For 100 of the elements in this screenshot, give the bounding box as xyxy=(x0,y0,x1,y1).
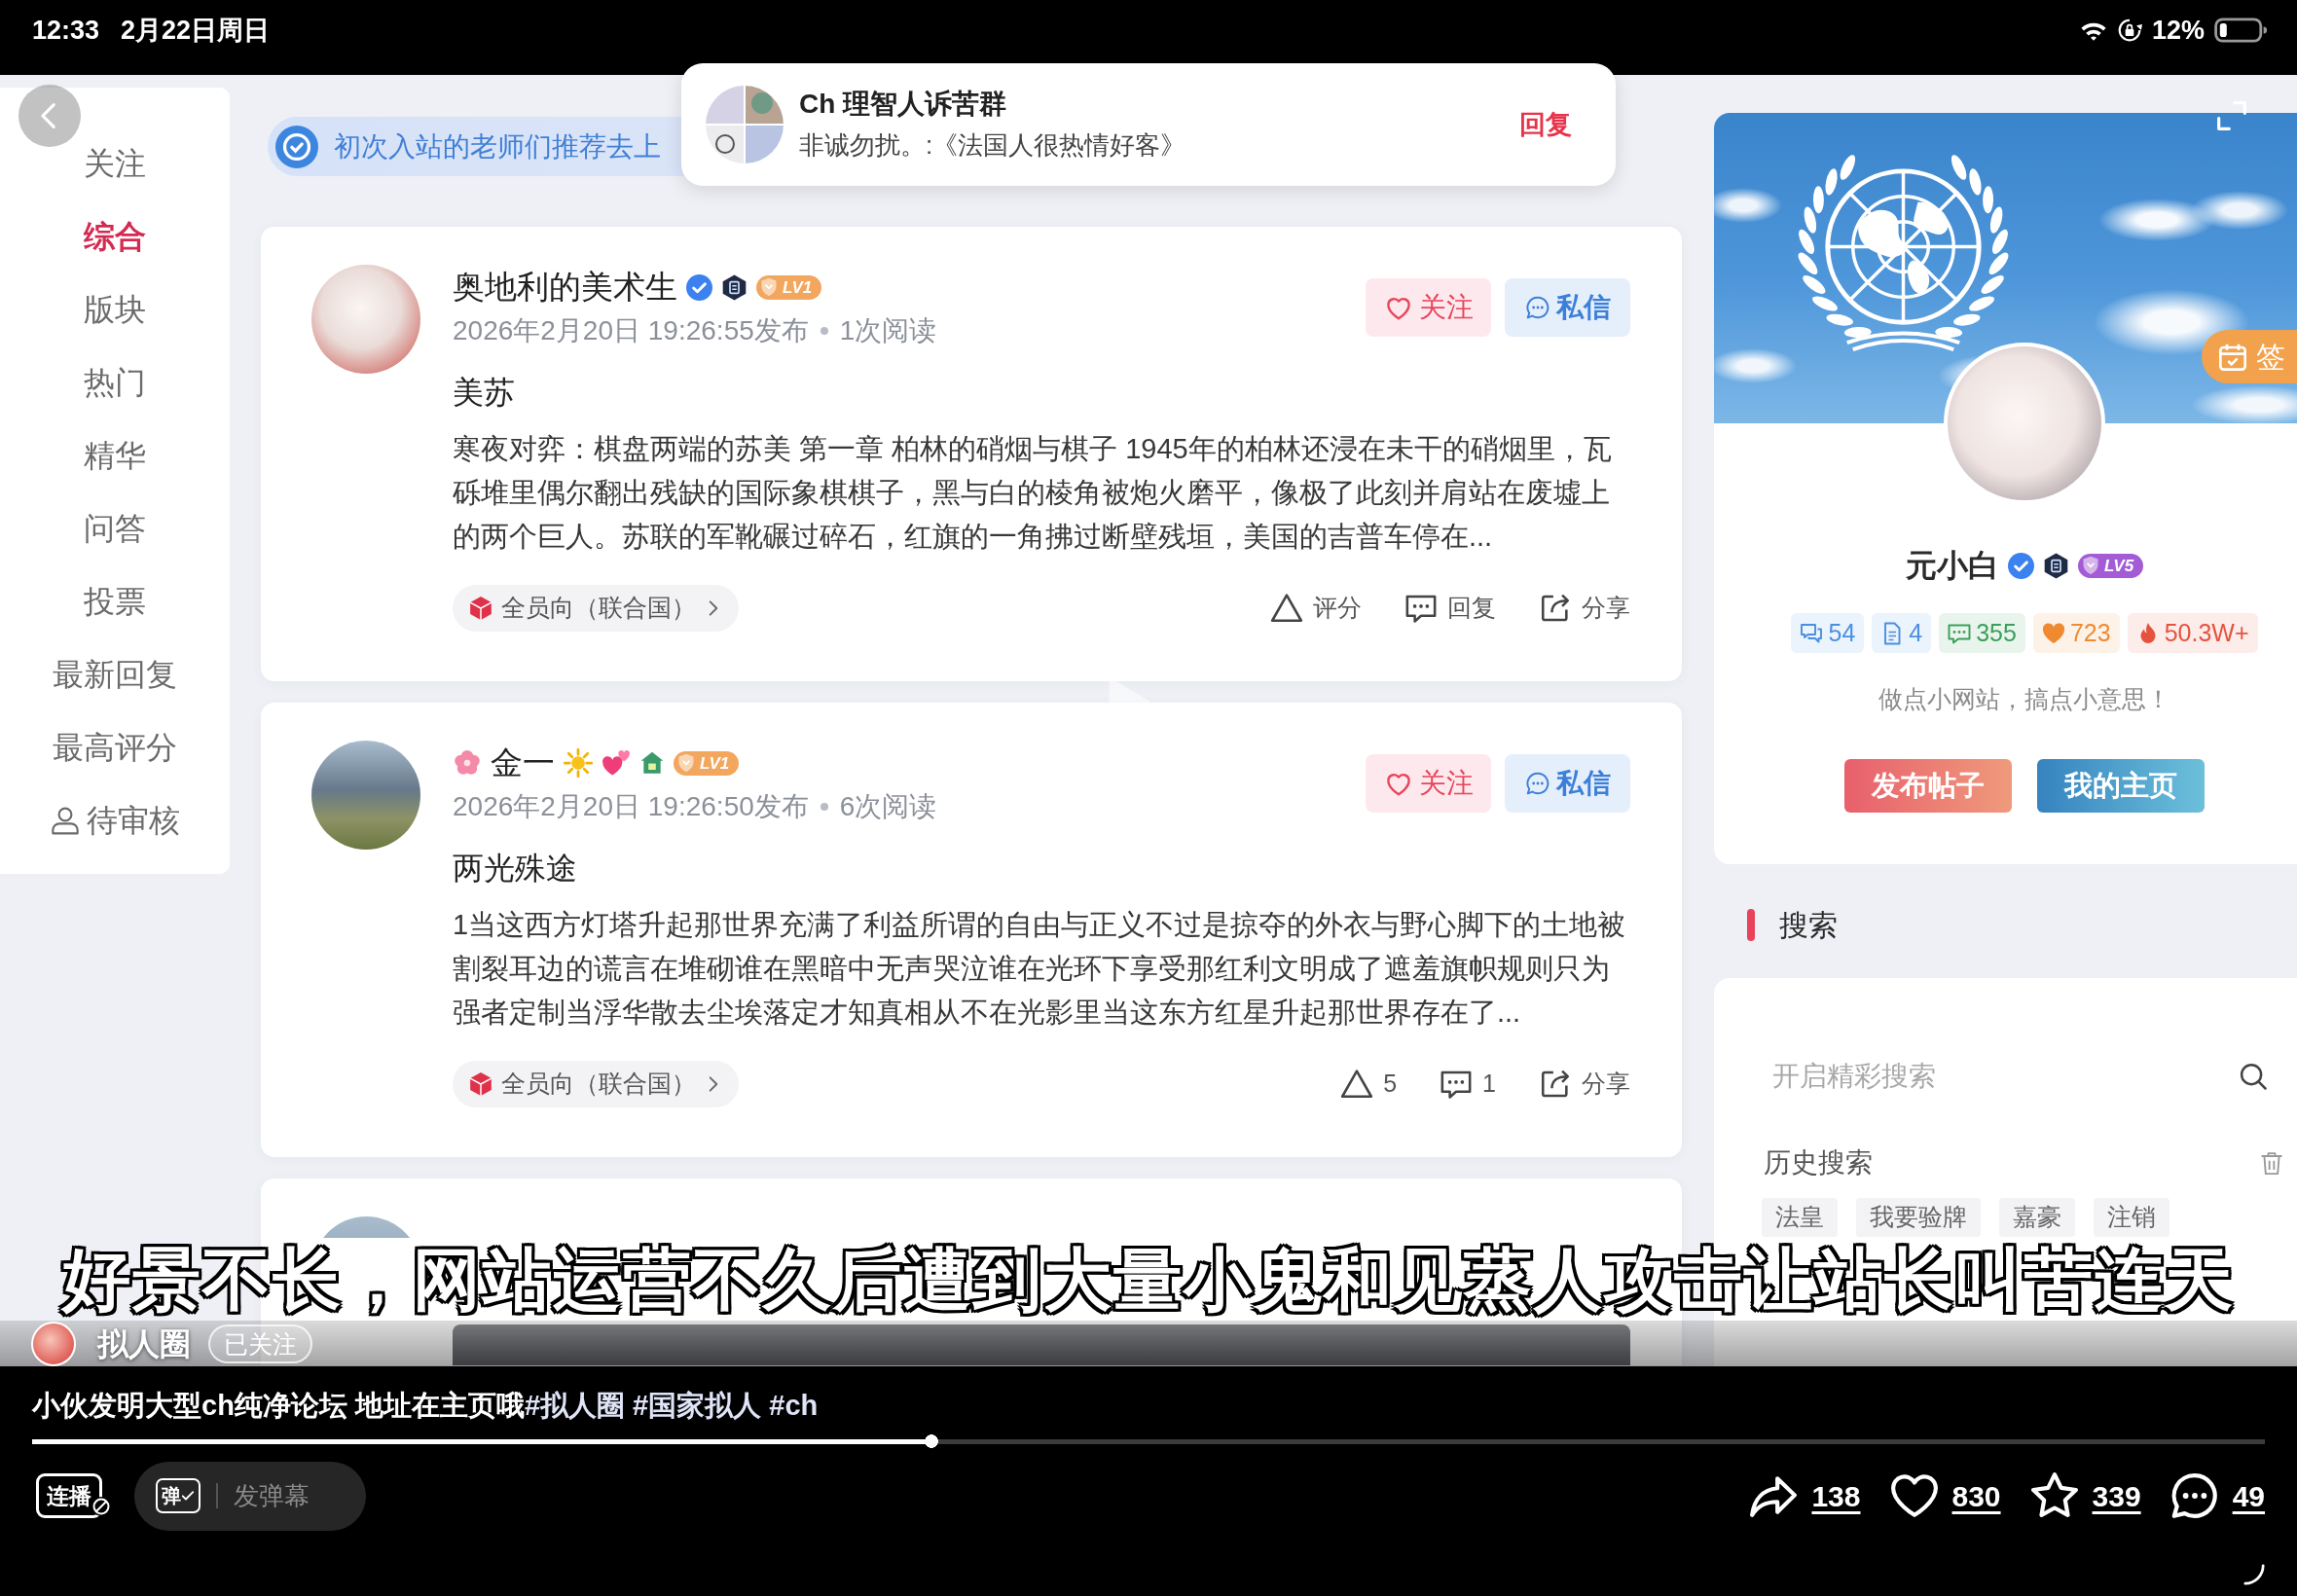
hexagon-badge-icon xyxy=(721,273,747,301)
stat-count: 50.3W+ xyxy=(2164,618,2249,648)
danmaku-input[interactable]: 发弹幕 xyxy=(234,1476,341,1515)
level-text: LV1 xyxy=(783,276,813,299)
danmaku-field[interactable]: 弹 发弹幕 xyxy=(134,1461,366,1531)
video-caption: 小伙发明大型ch纯净论坛 地址在主页哦#拟人圈 #国家拟人 #ch xyxy=(32,1389,820,1423)
notification-message: 非诚勿扰。:《法国人很热情好客》 xyxy=(799,129,1186,162)
sidebar-item[interactable]: 精华 xyxy=(84,418,146,491)
level-text: LV1 xyxy=(700,752,730,775)
history-tag[interactable]: 法皇 xyxy=(1762,1198,1838,1237)
favorite-button[interactable]: 339 xyxy=(2029,1471,2141,1520)
profile-button[interactable]: 我的主页 xyxy=(2037,759,2205,813)
stat-count: 54 xyxy=(1828,618,1856,648)
subtitle-text: 好景不长，网站运营不久后遭到大量小鬼和见蒸人攻击让站长叫苦连天 xyxy=(55,1240,2242,1320)
comment-icon xyxy=(2169,1471,2219,1520)
autoplay-button[interactable]: 连播 xyxy=(36,1473,102,1518)
share-button[interactable]: 138 xyxy=(1749,1471,1861,1520)
stat-count: 4 xyxy=(1909,618,1923,648)
sidebar-item[interactable]: 投票 xyxy=(84,564,146,637)
category-tag[interactable]: 全员向（联合国） xyxy=(453,1061,739,1107)
check-circle-icon xyxy=(275,125,318,168)
profile-bio: 做点小网站，搞点小意思！ xyxy=(1878,684,2170,714)
share-button[interactable]: 分享 xyxy=(1539,1066,1630,1103)
sidebar-item[interactable]: 关注 xyxy=(84,127,146,200)
shield-icon xyxy=(676,753,696,773)
danmaku-toggle[interactable]: 弹 xyxy=(156,1478,201,1513)
stat-count: 355 xyxy=(1976,618,2017,648)
like-button[interactable]: 830 xyxy=(1889,1471,2001,1520)
heart-icon xyxy=(1889,1471,1939,1520)
notification-title: Ch 理智人诉苦群 xyxy=(799,88,1008,121)
view-count: 1次阅读 xyxy=(839,314,937,347)
flower-icon xyxy=(453,748,482,778)
profile-name: 元小白 xyxy=(1905,547,1999,585)
sidebar-item[interactable]: 最高评分 xyxy=(53,710,177,783)
sun-icon xyxy=(564,748,593,778)
post-title[interactable]: 两光殊途 xyxy=(453,847,1630,889)
rate-button[interactable]: 5 xyxy=(1340,1066,1398,1103)
sidebar-item[interactable]: 问答 xyxy=(84,491,146,564)
hashtag-link[interactable]: #拟人圈 xyxy=(524,1390,626,1421)
slash-circle-icon xyxy=(91,1496,112,1517)
triangle-icon xyxy=(1340,1068,1374,1101)
verified-icon xyxy=(686,273,712,301)
reply-button[interactable]: 1 xyxy=(1440,1066,1496,1103)
status-date: 2月22日周日 xyxy=(121,15,271,47)
search-icon[interactable] xyxy=(2239,1062,2268,1091)
cube-icon xyxy=(468,1071,493,1097)
chat-bubble-icon xyxy=(1524,295,1550,320)
separator-dot-icon xyxy=(820,327,828,335)
history-label: 历史搜索 xyxy=(1764,1146,1873,1179)
star-icon xyxy=(2029,1471,2079,1520)
sidebar-item[interactable]: 最新回复 xyxy=(53,637,177,710)
sidebar-item[interactable]: 热门 xyxy=(84,345,146,418)
reply-button[interactable]: 回复 xyxy=(1404,590,1496,627)
sidebar-item[interactable]: 待审核 xyxy=(50,783,180,856)
hearts-icon xyxy=(602,748,631,778)
category-tag[interactable]: 全员向（联合国） xyxy=(453,585,739,632)
post-excerpt: 寒夜对弈：棋盘两端的苏美 第一章 柏林的硝烟与棋子 1945年的柏林还浸在未干的硝烟里，瓦砾堆里偶尔翻出残缺的国际象棋棋子，黑与白的棱角被炮火磨平，像极了此刻并肩站在废墟上的两个巨人。苏联的军靴碾过碎石，红旗的一角拂过断壁残垣，美国的吉普车停在... xyxy=(453,432,1613,554)
share-button[interactable]: 分享 xyxy=(1539,590,1630,627)
reply-button[interactable]: 回复 xyxy=(1519,104,1572,145)
hashtag-link[interactable]: #国家拟人 xyxy=(633,1390,762,1421)
post-date: 2026年2月20日 19:26:55发布 xyxy=(453,314,809,347)
follow-button[interactable]: 关注 xyxy=(1366,278,1491,337)
notification-banner[interactable]: Ch 理智人诉苦群 非诚勿扰。:《法国人很热情好客》 回复 xyxy=(681,63,1616,186)
corner-handle-icon xyxy=(2243,1564,2265,1585)
comment-button[interactable]: 49 xyxy=(2169,1471,2265,1520)
verified-icon xyxy=(2007,552,2034,579)
sidebar-item[interactable]: 版块 xyxy=(84,272,146,345)
message-button[interactable]: 私信 xyxy=(1505,278,1630,337)
hashtag-link[interactable]: #ch xyxy=(769,1390,819,1421)
hexagon-badge-icon xyxy=(2042,552,2069,579)
tick-icon xyxy=(181,1489,195,1503)
fullscreen-icon[interactable] xyxy=(2216,100,2247,131)
status-time: 12:33 xyxy=(32,15,100,47)
history-tag[interactable]: 注销 xyxy=(2094,1198,2169,1237)
triangle-icon xyxy=(1270,592,1303,625)
publish-button[interactable]: 发布帖子 xyxy=(1844,759,2012,813)
history-tag[interactable]: 我要验牌 xyxy=(1856,1198,1981,1237)
rate-button[interactable]: 评分 xyxy=(1270,590,1362,627)
post-title[interactable]: 美苏 xyxy=(453,371,1630,414)
accent-bar xyxy=(1747,908,1755,941)
battery-percent: 12% xyxy=(2151,15,2205,47)
separator-dot-icon xyxy=(820,803,828,811)
chat-bubble-icon xyxy=(1524,771,1550,796)
history-tag[interactable]: 嘉豪 xyxy=(1999,1198,2075,1237)
follow-button[interactable]: 关注 xyxy=(1366,754,1491,813)
cube-icon xyxy=(468,596,493,621)
orientation-lock-icon xyxy=(2116,18,2142,43)
notice-text[interactable]: 初次入站的老师们推荐去上 xyxy=(334,126,661,167)
battery-icon xyxy=(2214,17,2268,44)
author-name[interactable]: 金一 xyxy=(491,741,555,785)
message-button[interactable]: 私信 xyxy=(1505,754,1630,813)
view-count: 6次阅读 xyxy=(839,790,937,823)
search-input[interactable]: 开启精彩搜索 xyxy=(1772,1056,2201,1097)
level-text: LV5 xyxy=(2103,555,2134,577)
house-badge-icon xyxy=(639,750,665,776)
shield-icon xyxy=(759,277,779,297)
author-name[interactable]: 奥地利的美术生 xyxy=(453,265,677,309)
sidebar-item[interactable]: 综合 xyxy=(84,200,146,272)
post-date: 2026年2月20日 19:26:50发布 xyxy=(453,790,809,823)
stat-count: 723 xyxy=(2069,618,2111,648)
